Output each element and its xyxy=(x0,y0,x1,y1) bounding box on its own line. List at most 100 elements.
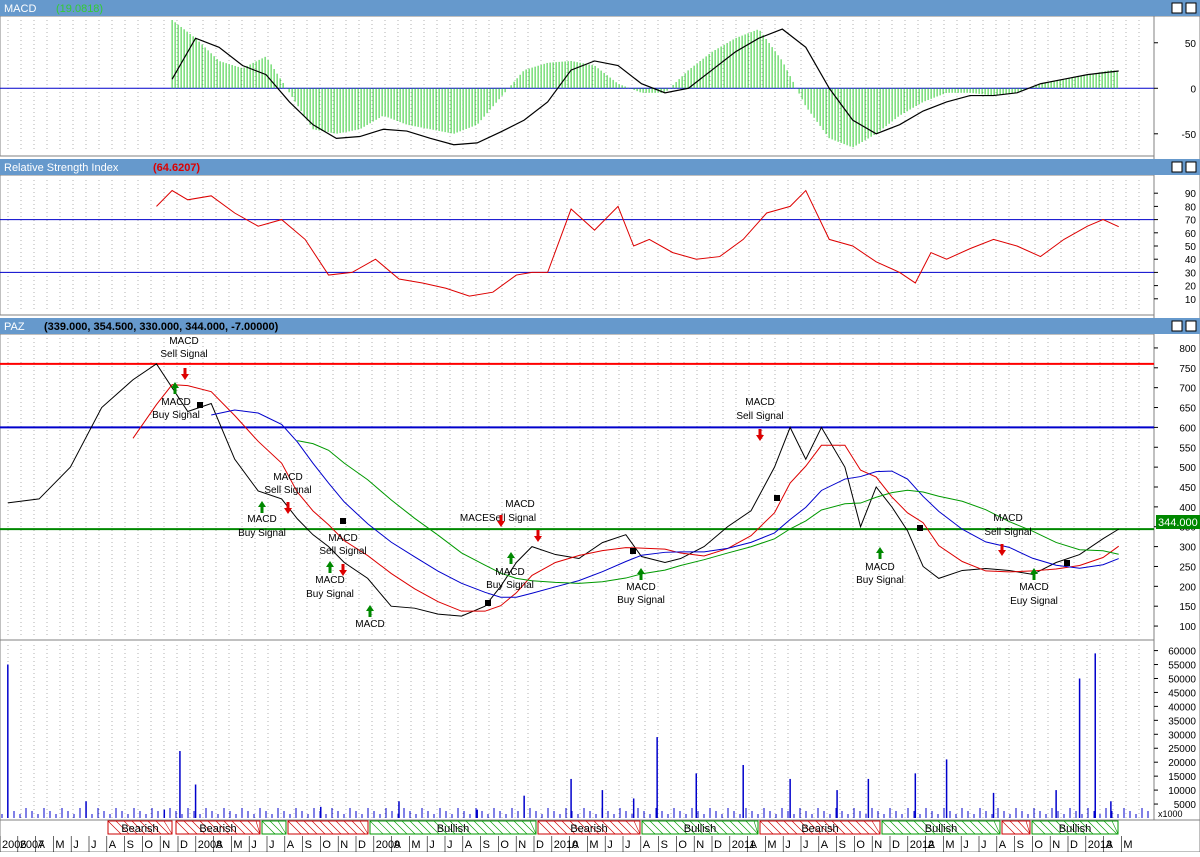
time-axis-label: D xyxy=(536,839,544,851)
volume-axis-label: 55000 xyxy=(1168,661,1196,672)
time-axis-label: S xyxy=(483,839,490,851)
signal-annotation: MACD xyxy=(626,582,655,593)
time-axis-label: O xyxy=(1034,839,1043,851)
signal-annotation: Sell Signal xyxy=(984,527,1031,538)
rsi-value: (64.6207) xyxy=(153,162,200,174)
time-axis-label: A xyxy=(1106,839,1114,851)
price-axis-label: 200 xyxy=(1179,582,1196,593)
time-axis-label: M xyxy=(767,839,776,851)
volume-axis-label: 35000 xyxy=(1168,716,1196,727)
time-axis-label: O xyxy=(144,839,153,851)
time-axis-label: S xyxy=(127,839,134,851)
rsi-axis-label: 60 xyxy=(1185,229,1197,240)
time-axis-label: D xyxy=(358,839,366,851)
time-axis-label: O xyxy=(500,839,509,851)
time-axis-label: A xyxy=(999,839,1007,851)
signal-annotation: Sell Signal xyxy=(160,349,207,360)
chart-svg: MACD (19.0818) Relative Strength Index (… xyxy=(0,0,1200,853)
volume-axis-label: 30000 xyxy=(1168,730,1196,741)
volume-axis-label: 10000 xyxy=(1168,786,1196,797)
price-close-button[interactable] xyxy=(1185,320,1197,332)
rsi-title: Relative Strength Index xyxy=(4,162,119,174)
time-axis-label: A xyxy=(394,839,402,851)
volume-axis-label: 25000 xyxy=(1168,744,1196,755)
crossover-marker xyxy=(774,495,780,501)
rsi-axis-label: 80 xyxy=(1185,202,1197,213)
time-axis-label: D xyxy=(714,839,722,851)
macd-axis-label: 50 xyxy=(1185,39,1197,50)
signal-annotation: Buy Signal xyxy=(486,580,534,591)
time-axis-label: A xyxy=(465,839,473,851)
price-title: PAZ xyxy=(4,321,25,333)
time-axis-label: J xyxy=(607,839,613,851)
time-axis-label: D xyxy=(180,839,188,851)
time-axis-label: J xyxy=(963,839,969,851)
trend-band-label: Bearish xyxy=(199,823,236,835)
rsi-axis-label: 30 xyxy=(1185,268,1197,279)
volume-axis-label: 60000 xyxy=(1168,647,1196,658)
time-axis-label: A xyxy=(928,839,936,851)
macd-axis-label: -50 xyxy=(1182,130,1197,141)
time-axis-label: M xyxy=(55,839,64,851)
time-axis-label: A xyxy=(287,839,295,851)
signal-annotation: MACD xyxy=(247,514,276,525)
rsi-axis-label: 70 xyxy=(1185,216,1197,227)
rsi-close-button[interactable] xyxy=(1185,161,1197,173)
rsi-minimize-button[interactable] xyxy=(1171,161,1183,173)
price-value: (339.000, 354.500, 330.000, 344.000, -7.… xyxy=(44,321,279,333)
time-axis-label: A xyxy=(109,839,117,851)
volume-axis-label: 40000 xyxy=(1168,702,1196,713)
crossover-marker xyxy=(630,548,636,554)
trend-band xyxy=(1001,820,1031,835)
time-axis-label: N xyxy=(874,839,882,851)
volume-axis-label: 45000 xyxy=(1168,688,1196,699)
signal-annotation: Sell Signal xyxy=(264,485,311,496)
trend-band-label: Bearish xyxy=(570,823,607,835)
time-axis-label: N xyxy=(162,839,170,851)
price-axis-label: 250 xyxy=(1179,562,1196,573)
time-axis-label: J xyxy=(251,839,257,851)
time-axis-label: M xyxy=(411,839,420,851)
rsi-axis-label: 20 xyxy=(1185,282,1197,293)
time-axis-label: A xyxy=(750,839,758,851)
price-axis-label: 550 xyxy=(1179,443,1196,454)
last-price-label: 344.000 xyxy=(1158,517,1198,529)
signal-annotation: MACD xyxy=(273,472,302,483)
time-axis-label: J xyxy=(73,839,79,851)
time-axis-label: M xyxy=(233,839,242,851)
time-axis-label: N xyxy=(518,839,526,851)
time-axis-label: J xyxy=(447,839,453,851)
macd-minimize-button[interactable] xyxy=(1171,2,1183,14)
crossover-marker xyxy=(1064,560,1070,566)
signal-annotation: MACD xyxy=(161,397,190,408)
time-axis-label: A xyxy=(38,839,46,851)
signal-annotation: MACD xyxy=(865,562,894,573)
volume-axis-label: 50000 xyxy=(1168,674,1196,685)
time-axis-label: O xyxy=(856,839,865,851)
volume-panel xyxy=(0,639,1155,821)
macd-title-bar xyxy=(0,0,1200,16)
signal-annotation: MACD xyxy=(745,397,774,408)
time-axis-label: D xyxy=(1070,839,1078,851)
signal-annotation: Buy Signal xyxy=(152,410,200,421)
time-axis-label: S xyxy=(839,839,846,851)
signal-annotation: MACD xyxy=(993,513,1022,524)
price-axis-label: 100 xyxy=(1179,622,1196,633)
price-minimize-button[interactable] xyxy=(1171,320,1183,332)
signal-annotation: Sell Signal xyxy=(736,411,783,422)
crossover-marker xyxy=(340,518,346,524)
time-axis-label: J xyxy=(91,839,97,851)
price-axis-label: 150 xyxy=(1179,602,1196,613)
signal-annotation: MACD xyxy=(1019,582,1048,593)
trend-band-label: Bullish xyxy=(684,823,716,835)
time-axis-label: D xyxy=(892,839,900,851)
time-axis-label: J xyxy=(803,839,809,851)
time-axis-label: M xyxy=(589,839,598,851)
crossover-marker xyxy=(197,402,203,408)
price-axis-label: 750 xyxy=(1179,364,1196,375)
macd-close-button[interactable] xyxy=(1185,2,1197,14)
signal-annotation: MACD xyxy=(495,567,524,578)
signal-annotation: MACD xyxy=(315,575,344,586)
price-axis-label: 800 xyxy=(1179,344,1196,355)
time-axis-label: J xyxy=(429,839,435,851)
